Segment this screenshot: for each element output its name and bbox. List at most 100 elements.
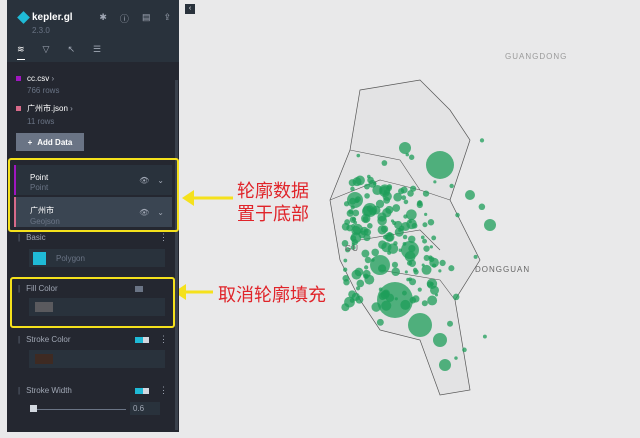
map-point[interactable]	[364, 193, 370, 199]
map-point[interactable]	[381, 242, 392, 253]
map-point[interactable]	[351, 224, 355, 228]
map-point[interactable]	[341, 303, 350, 312]
map-point[interactable]	[363, 229, 367, 233]
kebab-icon[interactable]: ⋮	[159, 334, 168, 345]
map-point[interactable]	[391, 267, 401, 277]
map-point[interactable]	[434, 293, 439, 297]
map-point[interactable]	[393, 192, 403, 202]
map-point[interactable]	[455, 212, 460, 218]
map-point[interactable]	[373, 181, 377, 186]
share-icon[interactable]: ⇪	[163, 12, 171, 25]
map-point[interactable]	[429, 245, 433, 249]
map-point[interactable]	[405, 152, 410, 157]
map-point[interactable]	[367, 223, 373, 229]
map-point[interactable]	[412, 267, 418, 273]
map-point[interactable]	[465, 190, 475, 200]
map-point[interactable]	[381, 300, 392, 311]
map-point[interactable]	[351, 217, 356, 222]
map-point[interactable]	[402, 290, 407, 296]
map-point[interactable]	[378, 264, 387, 273]
map-point[interactable]	[430, 282, 434, 286]
map-point[interactable]	[343, 201, 350, 207]
map-point[interactable]	[351, 269, 362, 280]
map-point[interactable]	[424, 212, 428, 216]
map-point[interactable]	[381, 160, 388, 166]
map-point[interactable]	[479, 138, 485, 143]
map-point[interactable]	[390, 219, 395, 223]
map-point[interactable]	[473, 254, 478, 259]
map-point[interactable]	[410, 185, 417, 192]
database-icon[interactable]: ▤	[142, 12, 151, 25]
add-data-button[interactable]: + Add Data	[16, 133, 84, 151]
map-point[interactable]	[427, 218, 435, 226]
map-point[interactable]	[377, 215, 387, 226]
map-point[interactable]	[416, 201, 423, 209]
map-point[interactable]	[350, 235, 357, 242]
map-settings-icon[interactable]: ☰	[93, 44, 101, 60]
map-point[interactable]	[484, 219, 496, 231]
map-point[interactable]	[402, 234, 408, 240]
map-point[interactable]	[377, 225, 387, 235]
map-point[interactable]	[352, 209, 360, 217]
map-point[interactable]	[350, 186, 355, 192]
map-point[interactable]	[401, 195, 407, 201]
map-point[interactable]	[376, 318, 384, 326]
map-point[interactable]	[462, 347, 467, 353]
map-point[interactable]	[371, 258, 375, 262]
map-point[interactable]	[408, 219, 412, 224]
map-point[interactable]	[447, 320, 454, 327]
dataset-guangzhou[interactable]: 广州市.json › 11 rows	[16, 103, 73, 126]
map-point[interactable]	[356, 153, 361, 158]
map-point[interactable]	[439, 359, 451, 371]
map-point[interactable]	[408, 235, 416, 244]
layers-icon[interactable]: ≋	[17, 44, 25, 60]
map-point[interactable]	[343, 278, 350, 286]
map-point[interactable]	[478, 203, 486, 211]
info-icon[interactable]: ⓘ	[120, 12, 129, 25]
map-point[interactable]	[421, 263, 425, 267]
bug-icon[interactable]: ✱	[99, 12, 107, 25]
kebab-icon[interactable]: ⋮	[159, 385, 168, 396]
map-point[interactable]	[383, 196, 391, 204]
map-point[interactable]	[422, 222, 428, 228]
map-point[interactable]	[343, 258, 348, 263]
stroke-color-picker[interactable]	[29, 350, 165, 368]
map-point[interactable]	[364, 183, 370, 190]
map-point[interactable]	[402, 242, 407, 246]
map-point[interactable]	[378, 287, 383, 292]
map-point[interactable]	[364, 265, 369, 270]
dataset-cc[interactable]: cc.csv › 766 rows	[16, 74, 59, 95]
map-point[interactable]	[354, 198, 360, 204]
map-point[interactable]	[449, 183, 454, 189]
map-point[interactable]	[355, 295, 364, 304]
map-point[interactable]	[394, 220, 403, 229]
slider-handle[interactable]	[30, 405, 37, 412]
map-point[interactable]	[348, 209, 354, 215]
stroke-width-input[interactable]: 0.6	[130, 402, 160, 415]
map-point[interactable]	[391, 261, 399, 268]
map-point[interactable]	[392, 204, 401, 212]
map-point[interactable]	[401, 221, 410, 231]
map-point[interactable]	[426, 151, 454, 179]
map-point[interactable]	[400, 299, 411, 310]
map-point[interactable]	[448, 265, 455, 272]
map-point[interactable]	[362, 216, 369, 223]
map-point[interactable]	[422, 238, 428, 244]
map-point[interactable]	[355, 286, 361, 291]
map-point[interactable]	[398, 248, 402, 252]
map-point[interactable]	[439, 259, 446, 267]
map-point[interactable]	[403, 199, 409, 205]
map-point[interactable]	[408, 313, 432, 337]
map-point[interactable]	[353, 220, 358, 225]
map-point[interactable]	[404, 251, 416, 262]
map-point[interactable]	[386, 233, 394, 242]
map-point[interactable]	[423, 245, 430, 252]
map-point[interactable]	[382, 208, 392, 218]
kebab-icon[interactable]: ⋮	[159, 232, 168, 243]
map-point[interactable]	[366, 205, 374, 212]
map-point[interactable]	[422, 190, 430, 197]
map-point[interactable]	[408, 277, 412, 281]
map-point[interactable]	[454, 356, 458, 360]
map-point[interactable]	[367, 174, 371, 179]
map-point[interactable]	[371, 248, 379, 257]
